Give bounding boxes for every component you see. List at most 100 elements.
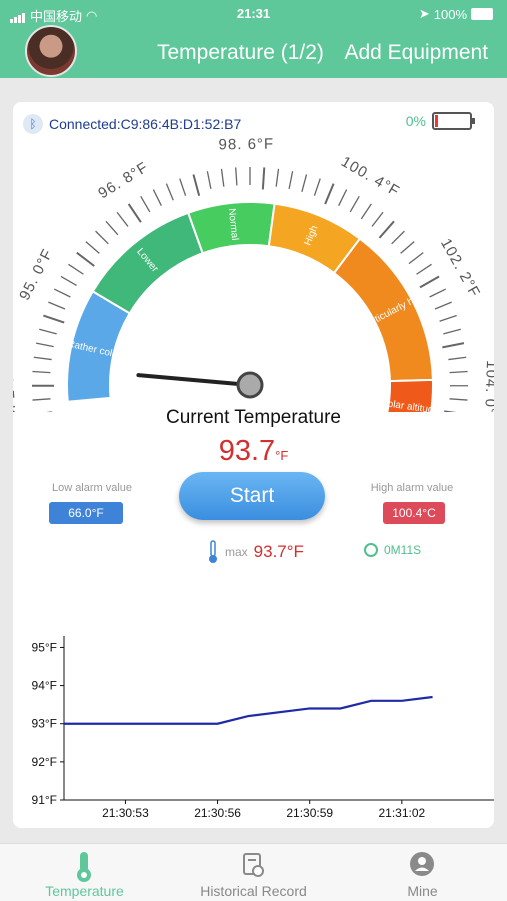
- app-header: 中国移动 ◠ 21:31 ➤ 100% Temperature (1/2) Ad…: [0, 0, 507, 78]
- thermometer-icon: [207, 540, 219, 564]
- gauge-tick: [117, 212, 128, 226]
- temperature-chart: 95°F94°F93°F92°F91°F 21:30:5321:30:5621:…: [13, 614, 494, 824]
- gauge-tick: [350, 196, 359, 212]
- chart-x-tick-label: 21:30:56: [194, 806, 241, 820]
- gauge-tick: [417, 264, 432, 274]
- chart-x-tick-label: 21:30:59: [286, 806, 333, 820]
- gauge-tick: [43, 316, 64, 323]
- gauge-tick: [33, 399, 51, 400]
- max-label: max: [225, 545, 248, 559]
- tab-bar: Temperature Historical Record Mine: [0, 843, 507, 901]
- gauge-tick: [129, 204, 141, 222]
- gauge-tick: [401, 242, 415, 254]
- gauge-tick: [361, 204, 371, 219]
- gauge-tick: [106, 221, 118, 235]
- gauge-tick: [314, 179, 320, 196]
- chart-x-tick-label: 21:31:02: [378, 806, 425, 820]
- gauge-tick: [180, 179, 186, 196]
- gauge-tick: [32, 371, 50, 372]
- status-bar: 中国移动 ◠ 21:31 ➤ 100%: [0, 4, 507, 24]
- chart-y-tick-label: 95°F: [32, 640, 57, 654]
- current-temperature-value: 93.7°F: [13, 435, 494, 468]
- tab-temperature[interactable]: Temperature: [0, 844, 169, 901]
- gauge-tick-label: 95. 0°F: [16, 246, 57, 303]
- current-temperature-number: 93.7: [219, 435, 275, 467]
- gauge-tick: [86, 242, 100, 254]
- gauge-tick: [379, 221, 394, 238]
- gauge-tick: [48, 302, 65, 309]
- tab-temperature-label: Temperature: [0, 883, 169, 899]
- chart-y-tick-label: 94°F: [32, 679, 57, 693]
- gauge-tick: [61, 276, 77, 285]
- chart-x-tick-label: 21:30:53: [102, 806, 149, 820]
- gauge-tick: [141, 196, 150, 212]
- status-battery: 100%: [434, 7, 467, 22]
- gauge-tick: [339, 190, 347, 206]
- start-button[interactable]: Start: [179, 472, 325, 520]
- gauge-tick: [68, 264, 83, 274]
- avatar[interactable]: [25, 25, 77, 77]
- gauge-tick: [77, 253, 94, 266]
- gauge-tick: [166, 184, 173, 201]
- gauge-tick: [440, 316, 457, 322]
- chart-y-tick-label: 92°F: [32, 755, 57, 769]
- add-equipment-button[interactable]: Add Equipment: [344, 41, 488, 64]
- gauge-tick-label: 93. 2°F: [13, 372, 20, 412]
- gauge-tick: [34, 357, 52, 359]
- tab-mine[interactable]: Mine: [338, 844, 507, 901]
- tab-historical-record[interactable]: Historical Record: [169, 844, 338, 901]
- current-temperature-label: Current Temperature: [13, 407, 494, 429]
- location-icon: ➤: [419, 6, 430, 22]
- gauge-tick: [430, 289, 446, 297]
- history-icon: [240, 851, 266, 881]
- timer-icon: [364, 543, 378, 557]
- gauge-tick-label: 100. 4°F: [338, 153, 403, 200]
- low-alarm-label: Low alarm value: [37, 482, 147, 494]
- chart-x-ticks: 21:30:53 21:30:56 21:30:59 21:31:02: [102, 800, 425, 820]
- gauge-tick: [276, 169, 278, 187]
- gauge-tick-label: 104. 0°F: [481, 360, 494, 412]
- gauge-tick: [263, 167, 264, 189]
- gauge-tick: [325, 184, 333, 204]
- tab-mine-label: Mine: [338, 883, 507, 899]
- chart-y-tick-label: 91°F: [32, 793, 57, 807]
- high-alarm-value[interactable]: 100.4°C: [383, 502, 445, 524]
- gauge-tick: [193, 174, 199, 195]
- gauge-tick: [302, 174, 307, 191]
- gauge-tick: [54, 289, 70, 297]
- gauge-tick: [36, 343, 54, 346]
- low-alarm-value[interactable]: 66.0°F: [49, 502, 123, 524]
- device-card: ᛒ Connected:C9:86:4B:D1:52:B7 0% 93. 2°F…: [13, 102, 494, 828]
- gauge-tick: [221, 169, 223, 187]
- gauge-tick-label: 98. 6°F: [219, 136, 275, 154]
- gauge-tick: [39, 329, 56, 334]
- gauge-tick: [420, 276, 439, 287]
- gauge-tick: [448, 357, 466, 359]
- gauge-tick: [450, 371, 468, 372]
- gauge-tick: [372, 212, 383, 226]
- gauge-tick: [435, 302, 452, 309]
- charging-battery-icon: [471, 8, 493, 20]
- max-value: 93.7°F: [254, 542, 304, 562]
- thermometer-tab-icon: [71, 851, 97, 883]
- gauge-tick: [153, 190, 161, 206]
- gauge-tick: [409, 253, 423, 264]
- tab-historical-record-label: Historical Record: [169, 883, 338, 899]
- gauge-tick: [96, 231, 109, 244]
- chart-y-ticks: 95°F 94°F 93°F 92°F 91°F: [32, 640, 64, 807]
- chart-line: [64, 697, 433, 724]
- gauge-tick: [443, 329, 460, 334]
- current-temperature-unit: °F: [275, 448, 288, 463]
- gauge-tick: [207, 171, 211, 189]
- chart-y-tick-label: 93°F: [32, 717, 57, 731]
- gauge-needle: [138, 375, 250, 385]
- page-title: Temperature (1/2): [157, 41, 324, 64]
- gauge-tick: [392, 231, 405, 244]
- gauge-tick: [442, 343, 464, 347]
- gauge-tick: [289, 171, 293, 189]
- gauge-tick: [450, 399, 468, 400]
- gauge-tick: [236, 167, 237, 185]
- gauge-tick-label: 96. 8°F: [95, 159, 151, 203]
- elapsed-timer: 0M11S: [384, 543, 421, 557]
- user-icon: [409, 851, 435, 879]
